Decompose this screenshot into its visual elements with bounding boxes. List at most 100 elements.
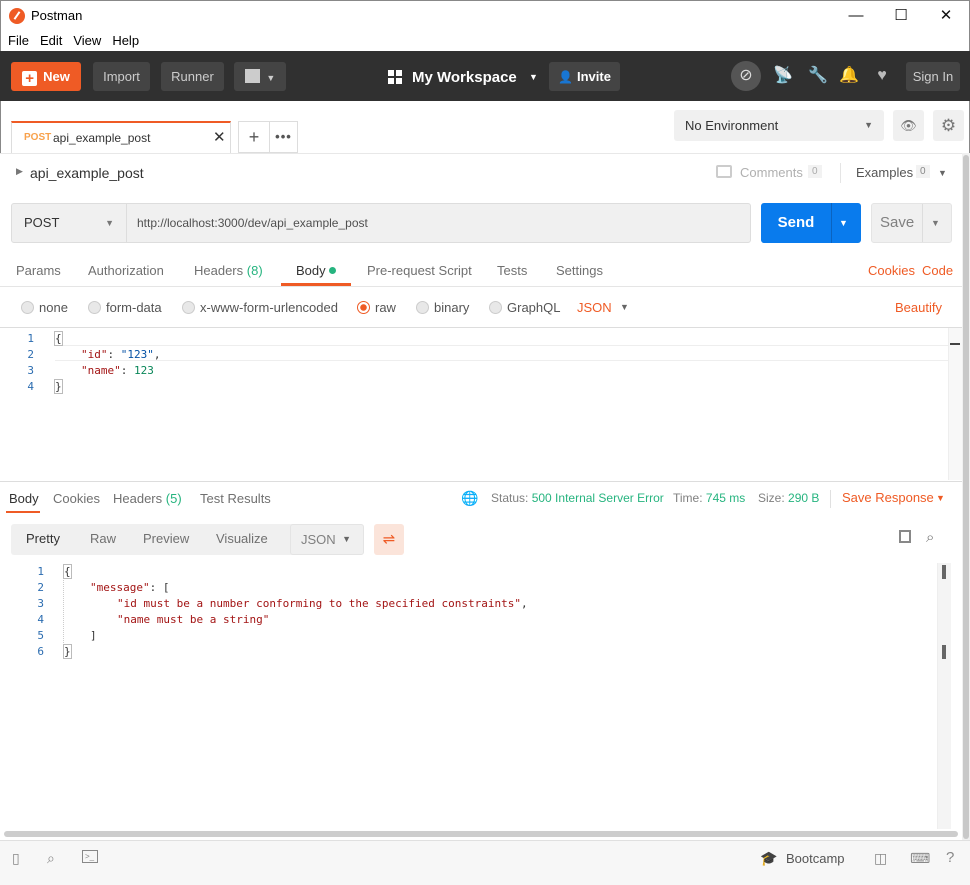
- window-scrollbar-thumb[interactable]: [963, 155, 969, 839]
- editor-scrollbar[interactable]: [948, 328, 962, 480]
- cookies-link[interactable]: Cookies: [868, 263, 915, 278]
- menu-file[interactable]: File: [4, 30, 33, 48]
- menu-edit[interactable]: Edit: [36, 30, 66, 48]
- heart-icon[interactable]: ♥: [870, 64, 894, 88]
- new-button[interactable]: + New: [11, 62, 81, 91]
- globe-icon[interactable]: 🌐: [461, 490, 478, 507]
- bell-icon[interactable]: 🔔: [837, 64, 861, 88]
- sign-in-button[interactable]: Sign In: [906, 62, 960, 91]
- more-tabs-button[interactable]: •••: [269, 121, 298, 153]
- status-value[interactable]: 500 Internal Server Error: [532, 491, 664, 505]
- view-pretty[interactable]: Pretty: [26, 531, 60, 546]
- tab-params[interactable]: Params: [16, 263, 61, 278]
- menu-bar: File Edit View Help: [0, 30, 970, 51]
- json-string: "123": [120, 348, 154, 361]
- body-format-select[interactable]: JSON: [577, 300, 612, 315]
- caret-right-icon[interactable]: ▶: [16, 166, 23, 177]
- close-window-button[interactable]: ✕: [923, 1, 969, 31]
- response-scrollbar[interactable]: [937, 563, 951, 829]
- chevron-down-icon[interactable]: ▼: [936, 493, 945, 503]
- radio-none[interactable]: [21, 301, 34, 314]
- search-icon[interactable]: ⌕: [926, 529, 934, 546]
- view-visualize[interactable]: Visualize: [216, 531, 268, 546]
- tab-headers[interactable]: Headers (8): [194, 263, 263, 278]
- code-line: {: [54, 331, 63, 346]
- line-number: 1: [27, 332, 34, 345]
- response-format-select[interactable]: JSON ▼: [290, 524, 364, 555]
- beautify-link[interactable]: Beautify: [895, 300, 942, 315]
- bootcamp-button[interactable]: Bootcamp: [786, 851, 845, 866]
- response-body-viewer[interactable]: 1 2 3 4 5 6 { "message": [ "id must be a…: [0, 563, 962, 833]
- comments-label[interactable]: Comments: [740, 165, 803, 180]
- gear-icon: ⚙: [940, 116, 957, 135]
- code-line: "name must be a string": [117, 613, 269, 626]
- code-link[interactable]: Code: [922, 263, 953, 278]
- workspace-switcher[interactable]: My Workspace ▼: [388, 65, 538, 89]
- chevron-down-icon[interactable]: ▼: [620, 302, 629, 312]
- comment-icon: [716, 165, 732, 178]
- tab-authorization[interactable]: Authorization: [88, 263, 164, 278]
- view-preview[interactable]: Preview: [143, 531, 189, 546]
- keyboard-shortcuts-icon[interactable]: ⌨: [910, 850, 930, 867]
- resp-tab-body[interactable]: Body: [9, 491, 39, 506]
- radio-raw[interactable]: [357, 301, 370, 314]
- satellite-icon[interactable]: 📡: [771, 64, 795, 88]
- horizontal-scrollbar-thumb[interactable]: [4, 831, 958, 837]
- wrench-icon[interactable]: 🔧: [806, 64, 830, 88]
- two-pane-view-icon[interactable]: ◫: [874, 850, 887, 867]
- minimize-button[interactable]: —: [833, 1, 879, 31]
- request-title[interactable]: api_example_post: [30, 165, 144, 181]
- send-button[interactable]: Send ▼: [761, 203, 861, 243]
- new-window-button[interactable]: ▼: [234, 62, 286, 91]
- chevron-down-icon[interactable]: ▼: [839, 203, 848, 243]
- size-meta: Size: 290 B: [758, 491, 819, 505]
- resp-tab-cookies[interactable]: Cookies: [53, 491, 100, 506]
- invite-button[interactable]: 👤 Invite: [549, 62, 620, 91]
- menu-help[interactable]: Help: [108, 30, 143, 48]
- active-tab-indicator: [6, 511, 40, 513]
- request-tab[interactable]: POST api_example_post ✕: [11, 121, 231, 153]
- size-value[interactable]: 290 B: [788, 491, 819, 505]
- console-icon[interactable]: >_: [82, 850, 98, 863]
- code-line: {: [63, 564, 72, 579]
- runner-button[interactable]: Runner: [161, 62, 224, 91]
- time-value[interactable]: 745 ms: [706, 491, 745, 505]
- environment-select[interactable]: No Environment ▼: [674, 110, 884, 141]
- sidebar-toggle-icon[interactable]: ▯: [12, 850, 20, 867]
- radio-form-data[interactable]: [88, 301, 101, 314]
- examples-label[interactable]: Examples: [856, 165, 913, 180]
- wrap-lines-button[interactable]: ⇌: [374, 524, 404, 555]
- url-input[interactable]: http://localhost:3000/dev/api_example_po…: [126, 203, 751, 243]
- resp-tab-headers[interactable]: Headers (5): [113, 491, 182, 506]
- tab-settings[interactable]: Settings: [556, 263, 603, 278]
- chevron-down-icon[interactable]: ▼: [931, 204, 940, 242]
- method-select[interactable]: POST ▼: [11, 203, 127, 243]
- chevron-down-icon[interactable]: ▼: [938, 168, 947, 178]
- manage-environments-button[interactable]: ⚙: [933, 110, 964, 141]
- resp-tab-test-results[interactable]: Test Results: [200, 491, 271, 506]
- view-raw[interactable]: Raw: [90, 531, 116, 546]
- size-label: Size:: [758, 491, 785, 505]
- add-tab-button[interactable]: +: [238, 121, 270, 153]
- radio-urlencoded[interactable]: [182, 301, 195, 314]
- import-button[interactable]: Import: [93, 62, 150, 91]
- comments-count: 0: [808, 165, 822, 178]
- request-body-editor[interactable]: 1 2 3 4 { "id": "123", "name": 123 }: [0, 327, 962, 480]
- save-button[interactable]: Save ▼: [871, 203, 952, 243]
- save-response-button[interactable]: Save Response: [842, 490, 934, 505]
- maximize-button[interactable]: ☐: [878, 1, 924, 31]
- sync-off-icon[interactable]: ⊘: [731, 61, 761, 91]
- tab-pre-request-script[interactable]: Pre-request Script: [367, 263, 472, 278]
- copy-icon[interactable]: [899, 530, 911, 543]
- environment-quick-look-button[interactable]: 👁: [893, 110, 924, 141]
- radio-binary[interactable]: [416, 301, 429, 314]
- tab-body[interactable]: Body: [296, 263, 337, 278]
- response-format-label: JSON: [301, 532, 336, 547]
- menu-view[interactable]: View: [69, 30, 105, 48]
- tab-tests[interactable]: Tests: [497, 263, 527, 278]
- scroll-marker: [950, 343, 960, 345]
- help-icon[interactable]: ?: [946, 849, 954, 866]
- close-icon[interactable]: ✕: [213, 128, 226, 146]
- radio-graphql[interactable]: [489, 301, 502, 314]
- find-replace-icon[interactable]: ⌕: [47, 850, 55, 867]
